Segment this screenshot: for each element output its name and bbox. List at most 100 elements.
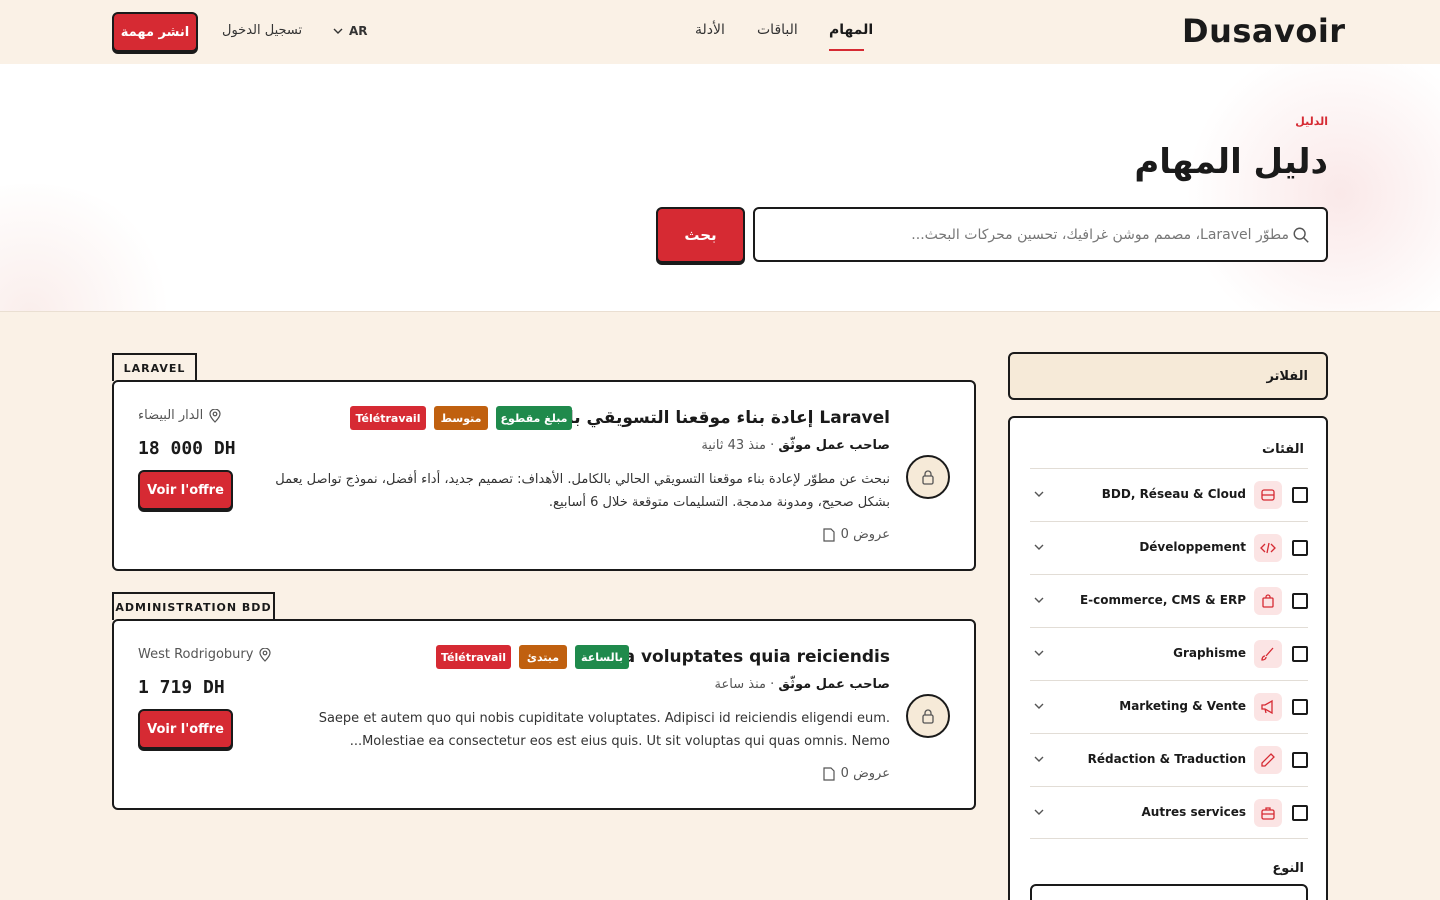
briefcase-icon (1254, 799, 1282, 827)
categories-title: الفئات (1262, 442, 1304, 457)
category-label: Graphisme (1173, 646, 1246, 660)
category-checkbox[interactable] (1292, 752, 1308, 768)
chevron-down-icon (333, 28, 343, 34)
pricing-tag: بالساعة (575, 645, 629, 669)
job-card: إعادة بناء موقعنا التسويقي باستخدام Lara… (112, 380, 976, 571)
category-checkbox[interactable] (1292, 540, 1308, 556)
language-selector[interactable]: AR (333, 24, 368, 38)
view-offer-button[interactable]: Voir l'offre (138, 470, 233, 510)
nav-tasks[interactable]: المهام (829, 22, 873, 38)
chevron-down-icon[interactable] (1032, 540, 1046, 554)
category-label: E-commerce, CMS & ERP (1079, 593, 1246, 607)
job-price: 18 000 DH (138, 438, 236, 459)
category-label: Développement (1139, 540, 1246, 554)
chevron-down-icon[interactable] (1032, 593, 1046, 607)
category-checkbox[interactable] (1292, 593, 1308, 609)
location-name: West Rodrigobury (138, 647, 254, 662)
nav-active-indicator (829, 49, 864, 51)
category-row[interactable]: E-commerce, CMS & ERP (1030, 574, 1308, 627)
publish-task-button[interactable]: انشر مهمة (112, 12, 198, 52)
meta-separator: · (765, 677, 775, 692)
category-checkbox[interactable] (1292, 487, 1308, 503)
job-price: 1 719 DH (138, 677, 225, 698)
type-title: النوع (1272, 861, 1304, 876)
job-category-tab: LARAVEL (112, 353, 197, 381)
chevron-down-icon[interactable] (1032, 646, 1046, 660)
chevron-down-icon[interactable] (1032, 805, 1046, 819)
breadcrumb[interactable]: الدليل (1240, 115, 1328, 128)
category-row[interactable]: Graphisme (1030, 627, 1308, 680)
shopping-bag-icon (1254, 587, 1282, 615)
search-input[interactable] (769, 223, 1289, 247)
pen-icon (1254, 746, 1282, 774)
client-status: صاحب عمل موثّق (778, 438, 890, 453)
job-description: نبحث عن مطوّر لإعادة بناء موقعنا التسويق… (275, 472, 890, 510)
pricing-tag: مبلغ مقطوع (496, 406, 572, 430)
category-label: BDD, Réseau & Cloud (1101, 487, 1246, 501)
code-icon (1254, 534, 1282, 562)
location-name: الدار البيضاء (138, 408, 204, 423)
database-icon (1254, 481, 1282, 509)
nav-plans[interactable]: الباقات (757, 22, 798, 38)
level-tag: مبتدئ (519, 645, 567, 669)
view-offer-button[interactable]: Voir l'offre (138, 709, 233, 749)
document-icon (823, 766, 835, 781)
category-checkbox[interactable] (1292, 805, 1308, 821)
posted-time: منذ ساعة (714, 677, 766, 692)
level-tag: متوسط (434, 406, 488, 430)
hero-decoration (1180, 64, 1440, 311)
category-row[interactable]: Marketing & Vente (1030, 680, 1308, 733)
job-location: West Rodrigobury (138, 647, 272, 662)
job-description: Saepe et autem quo qui nobis cupiditate … (318, 711, 890, 749)
job-location: الدار البيضاء (138, 408, 221, 423)
category-row[interactable]: Développement (1030, 521, 1308, 574)
client-status: صاحب عمل موثّق (778, 677, 890, 692)
logo[interactable]: Dusavoir (1182, 12, 1346, 50)
category-checkbox[interactable] (1292, 646, 1308, 662)
hero-section (0, 64, 1440, 312)
top-header: Dusavoir المهام الباقات الأدلة AR تسجيل … (0, 0, 1440, 64)
filters-panel: الفئات BDD, Réseau & Cloud Développement… (1008, 416, 1328, 900)
category-row[interactable]: Rédaction & Traduction (1030, 733, 1308, 786)
filters-header[interactable]: الفلاتر (1008, 352, 1328, 400)
login-link[interactable]: تسجيل الدخول (222, 23, 302, 38)
offers-label: 0 عروض (840, 766, 890, 781)
nav-guides[interactable]: الأدلة (695, 22, 725, 38)
job-card: Quia voluptates quia reiciendis بالساعة … (112, 619, 976, 810)
job-title[interactable]: Quia voluptates quia reiciendis (591, 647, 890, 667)
offers-count: 0 عروض (823, 527, 890, 542)
chevron-down-icon[interactable] (1032, 752, 1046, 766)
category-row[interactable]: Autres services (1030, 786, 1308, 839)
offers-label: 0 عروض (840, 527, 890, 542)
posted-time: منذ 43 ثانية (701, 438, 766, 453)
search-box (753, 207, 1328, 262)
search-icon (1293, 227, 1309, 243)
lock-icon (922, 470, 934, 485)
meta-separator: · (765, 438, 775, 453)
category-label: Autres services (1141, 805, 1246, 819)
remote-tag: Télétravail (436, 645, 511, 669)
category-checkbox[interactable] (1292, 699, 1308, 715)
category-label: Rédaction & Traduction (1087, 752, 1246, 766)
map-pin-icon (209, 408, 221, 423)
job-meta: صاحب عمل موثّق · منذ 43 ثانية (701, 438, 890, 453)
category-label: Marketing & Vente (1119, 699, 1246, 713)
lock-icon (922, 709, 934, 724)
map-pin-icon (259, 647, 272, 662)
type-select[interactable] (1030, 884, 1308, 900)
language-label: AR (349, 24, 368, 38)
brush-icon (1254, 640, 1282, 668)
hero-decoration (0, 184, 180, 311)
category-row[interactable]: BDD, Réseau & Cloud (1030, 468, 1308, 521)
search-button[interactable]: بحث (656, 207, 745, 263)
megaphone-icon (1254, 693, 1282, 721)
chevron-down-icon[interactable] (1032, 487, 1046, 501)
lock-badge (906, 694, 950, 738)
chevron-down-icon[interactable] (1032, 699, 1046, 713)
job-category-tab: ADMINISTRATION BDD (112, 592, 275, 620)
offers-count: 0 عروض (823, 766, 890, 781)
page-title: دليل المهام (1134, 142, 1328, 182)
remote-tag: Télétravail (350, 406, 426, 430)
document-icon (823, 527, 835, 542)
lock-badge (906, 455, 950, 499)
